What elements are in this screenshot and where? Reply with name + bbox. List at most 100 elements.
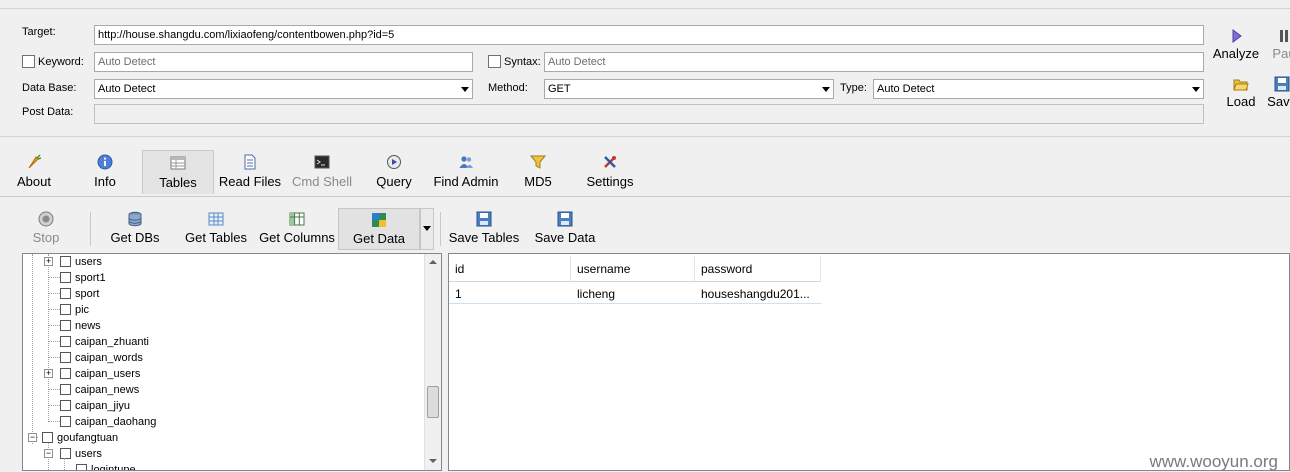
tree-guide-line (32, 254, 33, 444)
analyze-button[interactable]: Analyze (1212, 28, 1260, 64)
tree-guide-line (48, 277, 60, 278)
tree-guide-line (48, 254, 49, 422)
column-header-id[interactable]: id (449, 256, 571, 282)
tree-guide-line (48, 357, 60, 358)
tree-guide-line (48, 293, 60, 294)
column-header-username[interactable]: username (571, 256, 695, 282)
tree-checkbox[interactable] (76, 464, 87, 470)
tree-checkbox[interactable] (60, 304, 71, 315)
tab-label: Read Files (218, 174, 282, 189)
tree-node-label: users (75, 256, 102, 268)
tree-guide-line (48, 341, 60, 342)
column-header-password[interactable]: password (695, 256, 821, 282)
tree-scrollbar[interactable] (424, 254, 441, 470)
tab-query[interactable]: Query (368, 150, 420, 194)
tree-node-label: users (75, 448, 102, 460)
tree-checkbox[interactable] (60, 400, 71, 411)
method-select[interactable]: GET (544, 79, 834, 99)
funnel-icon (530, 155, 546, 169)
type-select[interactable]: Auto Detect (873, 79, 1204, 99)
database-select-value: Auto Detect (98, 83, 156, 95)
tab-divider (0, 196, 1290, 197)
tree-checkbox[interactable] (60, 336, 71, 347)
type-select-value: Auto Detect (877, 83, 935, 95)
tree-checkbox[interactable] (60, 416, 71, 427)
tab-label: MD5 (524, 174, 552, 189)
save-data-button[interactable]: Save Data (530, 208, 600, 250)
tree-checkbox[interactable] (60, 352, 71, 363)
get-tables-label: Get Tables (185, 230, 247, 245)
form-divider (0, 136, 1290, 137)
tab-cmd-shell[interactable]: Cmd Shell (288, 150, 356, 194)
tree-guide-line (48, 389, 60, 390)
get-dbs-button[interactable]: Get DBs (104, 208, 166, 250)
syntax-checkbox[interactable] (488, 55, 501, 68)
load-button[interactable]: Load (1220, 76, 1262, 112)
pause-button[interactable]: Pau (1264, 28, 1290, 64)
collapse-icon[interactable]: − (28, 433, 37, 442)
tab-read-files[interactable]: Read Files (216, 150, 284, 194)
tree-checkbox[interactable] (60, 256, 71, 267)
tree-checkbox[interactable] (60, 320, 71, 331)
tab-label: About (17, 174, 51, 189)
terminal-icon (314, 155, 330, 169)
pause-icon (1280, 30, 1288, 42)
expand-icon[interactable]: + (44, 257, 53, 266)
stop-button[interactable]: Stop (22, 208, 70, 250)
tree-checkbox[interactable] (60, 384, 71, 395)
info-icon (97, 154, 113, 170)
collapse-icon[interactable]: − (44, 449, 53, 458)
table-cell-password[interactable]: houseshangdu201... (695, 284, 821, 304)
get-data-dropdown-button[interactable] (420, 208, 434, 250)
tree-guide-line (48, 325, 60, 326)
tree-checkbox[interactable] (60, 272, 71, 283)
tree-checkbox[interactable] (60, 288, 71, 299)
keyword-input[interactable]: Auto Detect (94, 52, 473, 72)
table-cell-id[interactable]: 1 (449, 284, 571, 304)
floppy-icon (476, 211, 492, 227)
scroll-thumb[interactable] (427, 386, 439, 418)
tree-node-label: caipan_jiyu (75, 400, 131, 412)
tab-tables[interactable]: Tables (142, 150, 214, 194)
postdata-input[interactable] (94, 104, 1204, 124)
tree-node-label: goufangtuan (57, 432, 119, 444)
tab-label: Cmd Shell (292, 174, 352, 189)
tree-checkbox[interactable] (60, 368, 71, 379)
tab-info[interactable]: Info (82, 150, 128, 194)
syntax-input[interactable]: Auto Detect (544, 52, 1204, 72)
get-data-button[interactable]: Get Data (338, 208, 420, 250)
database-tree[interactable]: + users sport1 sport pic news caipan_zhu… (22, 253, 442, 471)
data-grid[interactable]: id username password 1 licheng houseshan… (448, 253, 1290, 471)
save-tables-button[interactable]: Save Tables (446, 208, 522, 250)
get-columns-button[interactable]: Get Columns (256, 208, 338, 250)
keyword-checkbox[interactable] (22, 55, 35, 68)
scroll-down-icon[interactable] (425, 453, 441, 470)
tree-node-label: caipan_daohang (75, 416, 157, 428)
tree-node-label: sport1 (75, 272, 106, 284)
tab-label: Settings (586, 174, 634, 189)
analyze-label: Analyze (1212, 46, 1260, 61)
floppy-icon (557, 211, 573, 227)
table-cell-username[interactable]: licheng (571, 284, 695, 304)
expand-icon[interactable]: + (44, 369, 53, 378)
toolbar-separator (440, 212, 441, 246)
tab-find-admin[interactable]: Find Admin (428, 150, 504, 194)
tree-checkbox[interactable] (42, 432, 53, 443)
chevron-down-icon (423, 226, 431, 231)
columns-icon (289, 212, 305, 226)
tab-label: Find Admin (433, 174, 499, 189)
target-input[interactable]: http://house.shangdu.com/lixiaofeng/cont… (94, 25, 1204, 45)
save-label: Save (1267, 94, 1290, 109)
method-label: Method: (488, 82, 528, 94)
carrot-icon (28, 154, 42, 169)
tab-about[interactable]: About (10, 150, 58, 194)
get-tables-button[interactable]: Get Tables (180, 208, 252, 250)
tab-md5[interactable]: MD5 (516, 150, 560, 194)
database-select[interactable]: Auto Detect (94, 79, 473, 99)
tab-label: Query (376, 174, 412, 189)
users-icon (459, 156, 473, 168)
scroll-up-icon[interactable] (425, 254, 441, 271)
tab-settings[interactable]: Settings (580, 150, 640, 194)
tree-checkbox[interactable] (60, 448, 71, 459)
save-button[interactable]: Save (1262, 76, 1290, 112)
